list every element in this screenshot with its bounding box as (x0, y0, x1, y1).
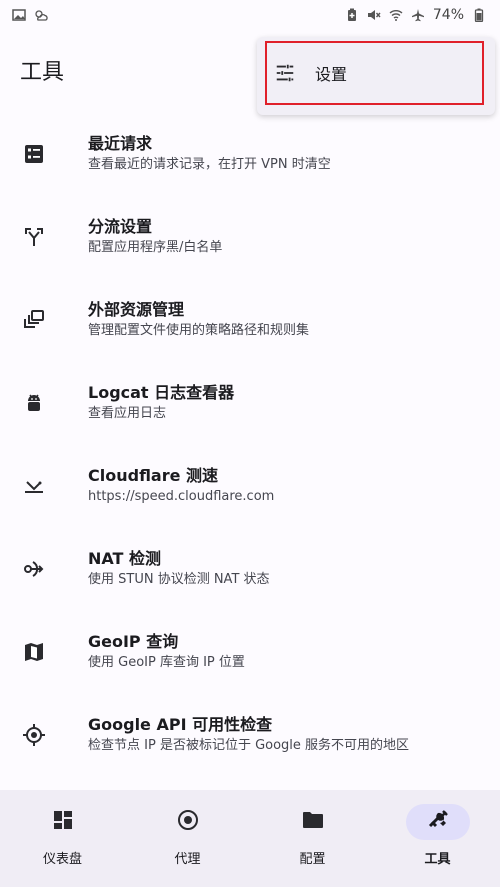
status-right: 74% (345, 7, 486, 23)
nav-icon-container (281, 804, 345, 840)
tool-title: GeoIP 查询 (88, 632, 179, 651)
menu-item-settings[interactable]: 设置 (265, 41, 484, 105)
tool-subtitle: https://speed.cloudflare.com (88, 489, 275, 504)
tool-item-recent-requests[interactable]: 最近请求 查看最近的请求记录，在打开 VPN 时清空 (0, 112, 500, 195)
tool-subtitle: 使用 GeoIP 库查询 IP 位置 (88, 655, 245, 670)
target-icon (20, 721, 48, 749)
battery-icon (472, 8, 486, 22)
tool-item-geoip[interactable]: GeoIP 查询 使用 GeoIP 库查询 IP 位置 (0, 610, 500, 693)
dashboard-icon (51, 808, 75, 836)
weather-icon (34, 8, 48, 22)
tool-item-google-api-check[interactable]: Google API 可用性检查 检查节点 IP 是否被标记位于 Google … (0, 693, 500, 776)
tool-subtitle: 检查节点 IP 是否被标记位于 Google 服务不可用的地区 (88, 738, 410, 753)
tool-subtitle: 查看应用日志 (88, 406, 167, 421)
tool-item-nat-detect[interactable]: NAT 检测 使用 STUN 协议检测 NAT 状态 (0, 527, 500, 610)
nav-icon-container (31, 804, 95, 840)
tool-title: Logcat 日志查看器 (88, 383, 235, 402)
nav-item-tools[interactable]: 工具 (375, 790, 500, 887)
radio-button-icon (176, 808, 200, 836)
tool-item-split-settings[interactable]: 分流设置 配置应用程序黑/白名单 (0, 195, 500, 278)
nav-icon-container (156, 804, 220, 840)
tool-list: 最近请求 查看最近的请求记录，在打开 VPN 时清空 分流设置 配置应用程序黑/… (0, 112, 500, 776)
airplane-icon (411, 8, 425, 22)
tool-title: Cloudflare 测速 (88, 466, 219, 485)
list-icon (20, 140, 48, 168)
tool-title: Google API 可用性检查 (88, 715, 273, 734)
tool-title: 外部资源管理 (88, 300, 185, 319)
tool-title: 分流设置 (88, 217, 153, 236)
tool-item-external-resources[interactable]: 外部资源管理 管理配置文件使用的策略路径和规则集 (0, 278, 500, 361)
battery-saver-icon (345, 8, 359, 22)
android-icon (20, 389, 48, 417)
bottom-nav: 仪表盘 代理 配置 工具 (0, 790, 500, 887)
battery-percent: 74% (432, 7, 464, 23)
nat-icon (20, 555, 48, 583)
nav-item-proxy[interactable]: 代理 (125, 790, 250, 887)
tool-subtitle: 配置应用程序黑/白名单 (88, 240, 223, 255)
folder-icon (301, 808, 325, 836)
status-bar: 74% (0, 0, 500, 30)
menu-item-label: 设置 (315, 65, 348, 84)
page-title: 工具 (20, 60, 65, 85)
tune-icon (273, 61, 297, 85)
wifi-icon (389, 8, 403, 22)
tool-subtitle: 管理配置文件使用的策略路径和规则集 (88, 323, 310, 338)
nav-label: 配置 (299, 852, 326, 867)
map-icon (20, 638, 48, 666)
status-left (12, 8, 48, 22)
speed-icon (20, 472, 48, 500)
image-icon (12, 8, 26, 22)
nav-icon-container (405, 804, 470, 840)
tool-title: 最近请求 (88, 134, 153, 153)
nav-label: 代理 (174, 852, 201, 867)
tool-subtitle: 查看最近的请求记录，在打开 VPN 时清空 (88, 157, 331, 172)
tools-icon (426, 808, 450, 836)
nav-item-dashboard[interactable]: 仪表盘 (0, 790, 125, 887)
split-icon (20, 223, 48, 251)
nav-label: 仪表盘 (42, 852, 82, 867)
mute-icon (367, 8, 381, 22)
tool-item-logcat[interactable]: Logcat 日志查看器 查看应用日志 (0, 361, 500, 444)
tool-title: NAT 检测 (88, 549, 162, 568)
nav-item-config[interactable]: 配置 (250, 790, 375, 887)
tool-item-cloudflare-speedtest[interactable]: Cloudflare 测速 https://speed.cloudflare.c… (0, 444, 500, 527)
tool-subtitle: 使用 STUN 协议检测 NAT 状态 (88, 572, 270, 587)
layers-icon (20, 306, 48, 334)
nav-label: 工具 (424, 852, 451, 867)
overflow-menu: 设置 (257, 37, 495, 115)
